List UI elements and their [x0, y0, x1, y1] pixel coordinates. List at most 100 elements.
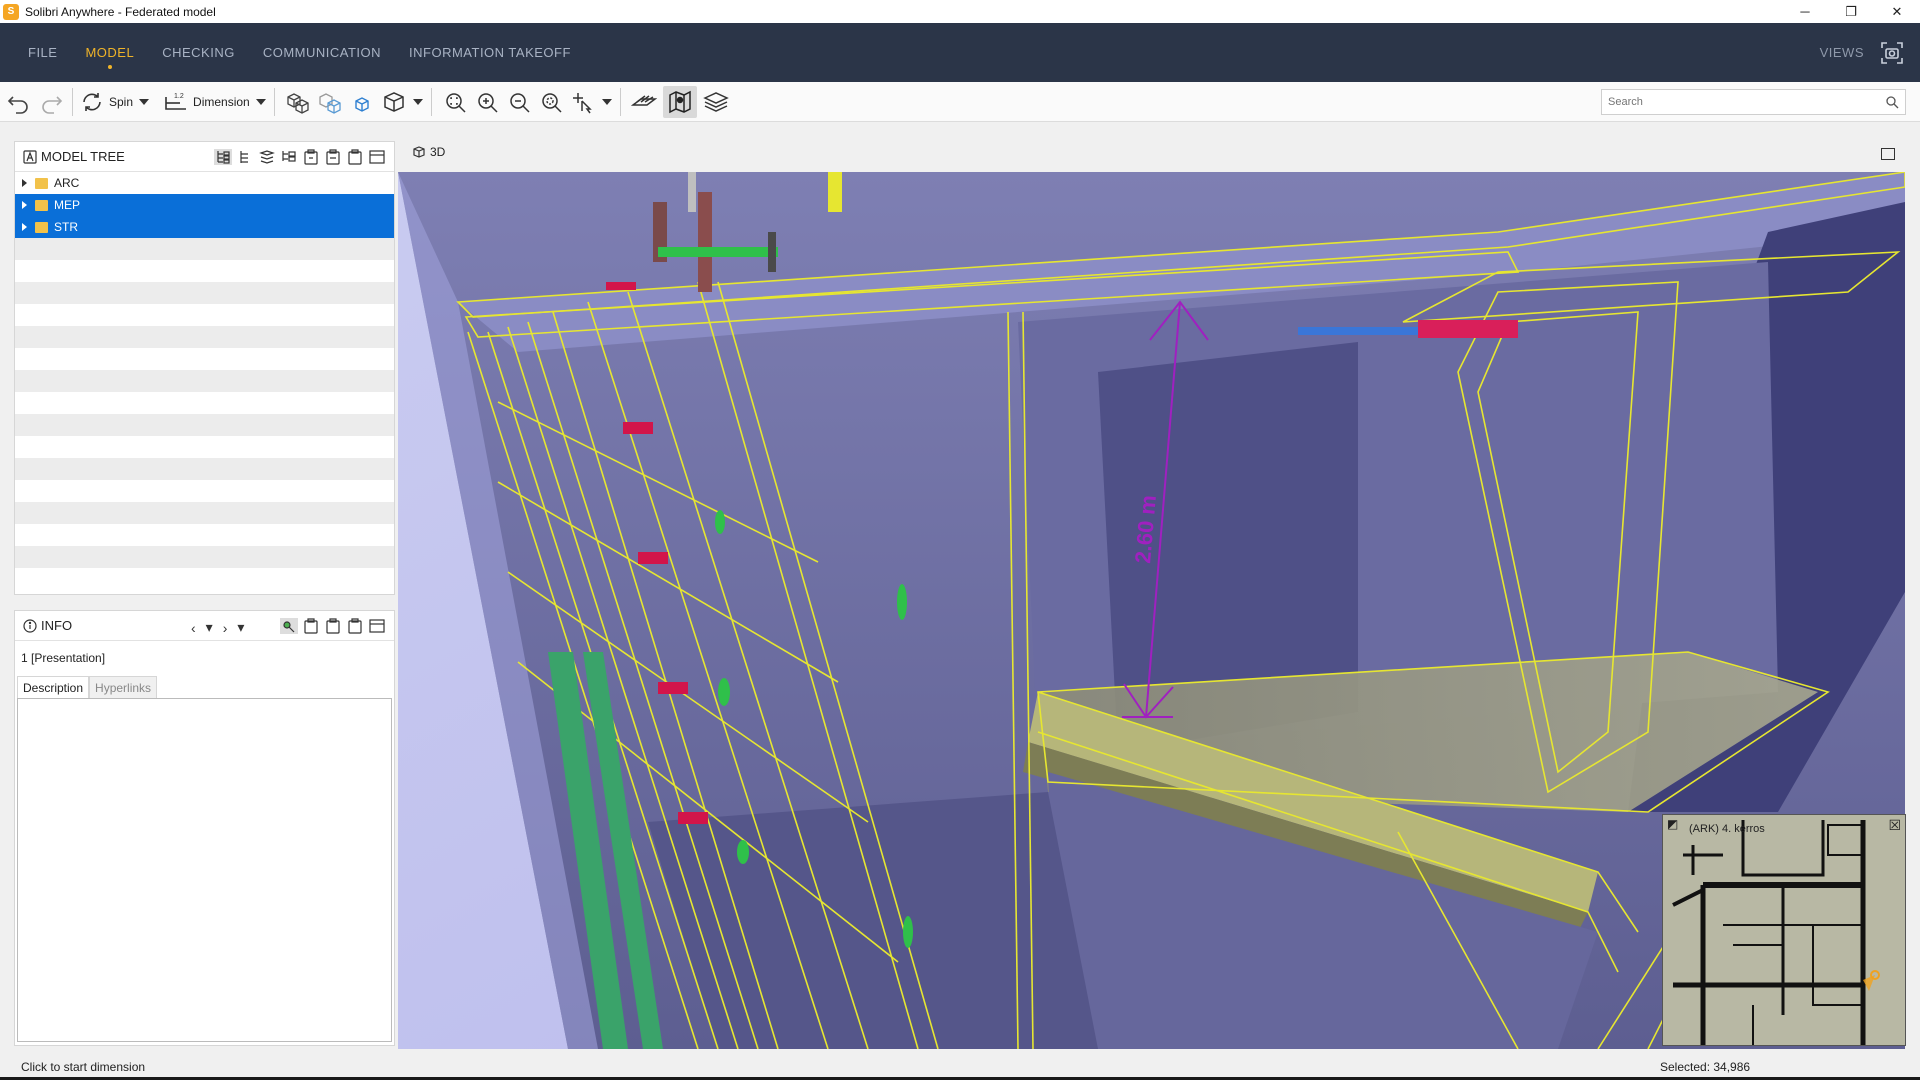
empty-row: [15, 260, 394, 282]
floor-plan-button[interactable]: [662, 85, 697, 118]
search-input[interactable]: [1608, 96, 1878, 108]
tree-item-str[interactable]: STR: [15, 216, 394, 238]
select-tool[interactable]: [570, 86, 612, 118]
minimize-button[interactable]: ─: [1782, 0, 1828, 23]
layers-button[interactable]: [702, 86, 729, 118]
menu-information-takeoff[interactable]: INFORMATION TAKEOFF: [409, 23, 571, 82]
next-dropdown-icon[interactable]: ▾: [237, 619, 244, 636]
dimension-tool[interactable]: 1.2 Dimension: [163, 86, 266, 118]
zoom-in-icon: [477, 92, 498, 113]
dimension-icon: 1.2: [165, 93, 187, 110]
empty-row: [15, 502, 394, 524]
select-dropdown-caret[interactable]: [601, 98, 612, 105]
empty-row: [15, 546, 394, 568]
floor-plan-minimap[interactable]: ◩ (ARK) 4. kerros ☒: [1662, 814, 1906, 1046]
search-icon[interactable]: [1885, 95, 1899, 109]
map-icon: [668, 90, 691, 113]
empty-row: [15, 348, 394, 370]
menu-file[interactable]: FILE: [28, 23, 57, 82]
menu-checking[interactable]: CHECKING: [162, 23, 235, 82]
hierarchy-icon[interactable]: [214, 149, 232, 165]
empty-row: [15, 304, 394, 326]
panel-menu-icon[interactable]: [368, 149, 386, 165]
model-tree-tools: [210, 149, 386, 165]
info-header: INFO ‹ ▾ › ▾: [15, 611, 394, 641]
clipboard-icon[interactable]: [346, 618, 364, 634]
app-icon: S: [3, 3, 19, 20]
transparent-cubes-icon: [319, 92, 341, 114]
hide-components-button[interactable]: [317, 86, 343, 118]
clipboard-remove-icon[interactable]: [324, 618, 342, 634]
redo-button[interactable]: [38, 86, 64, 118]
menu-communication[interactable]: COMMUNICATION: [263, 23, 381, 82]
layers-tree-icon[interactable]: [258, 149, 276, 165]
info-navigation: ‹ ▾ › ▾: [191, 619, 254, 636]
spin-tool[interactable]: Spin: [79, 86, 150, 118]
redo-icon: [42, 95, 63, 114]
dimension-dropdown-caret[interactable]: [255, 98, 266, 105]
link-selection-icon[interactable]: [280, 618, 298, 634]
toolbar-separator: [619, 87, 621, 116]
model-tree-header: MODEL TREE: [15, 142, 394, 172]
zoom-in-button[interactable]: [474, 86, 500, 118]
expand-arrow-icon[interactable]: [22, 179, 27, 187]
empty-row: [15, 480, 394, 502]
previous-icon[interactable]: ‹: [191, 620, 196, 636]
zoom-out-button[interactable]: [506, 86, 532, 118]
tree-item-arc[interactable]: ARC: [15, 172, 394, 194]
restore-button[interactable]: ❐: [1828, 0, 1874, 23]
pin-icon[interactable]: ◩: [1667, 817, 1678, 831]
classification-tree-icon[interactable]: [280, 149, 298, 165]
maximize-view-icon[interactable]: [1881, 148, 1895, 160]
status-message: Click to start dimension: [21, 1060, 146, 1074]
tree-view-icon[interactable]: [236, 149, 254, 165]
view-label: 3D: [430, 145, 446, 159]
expand-arrow-icon[interactable]: [22, 201, 27, 209]
menu-model[interactable]: MODEL: [85, 23, 134, 82]
views-camera-icon[interactable]: [1880, 41, 1904, 65]
isolate-components-button[interactable]: [349, 86, 375, 118]
panel-menu-icon[interactable]: [368, 618, 386, 634]
empty-row: [15, 458, 394, 480]
view-cube-tool[interactable]: [381, 86, 423, 118]
toolbar-separator: [430, 87, 432, 116]
history-dropdown-icon[interactable]: ▾: [206, 619, 213, 636]
next-icon[interactable]: ›: [223, 620, 228, 636]
show-components-button[interactable]: [285, 86, 311, 118]
clipboard-remove-icon[interactable]: [324, 149, 342, 165]
section-plane-button[interactable]: [630, 86, 657, 118]
zoom-selected-button[interactable]: [538, 86, 564, 118]
clipboard-add-icon[interactable]: [302, 149, 320, 165]
empty-row: [15, 568, 394, 590]
main-menu-bar: FILE MODEL CHECKING COMMUNICATION INFORM…: [0, 23, 1920, 82]
zoom-fit-button[interactable]: [442, 86, 468, 118]
empty-row: [15, 414, 394, 436]
close-minimap-icon[interactable]: ☒: [1888, 817, 1901, 834]
svg-text:1.2: 1.2: [174, 93, 184, 100]
tab-description[interactable]: Description: [17, 676, 90, 698]
close-button[interactable]: ✕: [1874, 0, 1920, 23]
empty-row: [15, 282, 394, 304]
views-label[interactable]: VIEWS: [1820, 23, 1864, 82]
clipboard-add-icon[interactable]: [302, 618, 320, 634]
spin-dropdown-caret[interactable]: [139, 98, 150, 105]
blue-cube-icon: [355, 96, 369, 112]
view-cube-dropdown-caret[interactable]: [412, 98, 423, 105]
select-pointer-icon: [572, 92, 592, 113]
title-bar: S Solibri Anywhere - Federated model ─ ❐…: [0, 0, 1920, 23]
tree-item-label: STR: [54, 220, 78, 234]
clipboard-icon[interactable]: [346, 149, 364, 165]
tab-hyperlinks[interactable]: Hyperlinks: [89, 676, 158, 698]
folder-icon: [35, 177, 48, 189]
undo-button[interactable]: [6, 86, 32, 118]
tree-item-mep[interactable]: MEP: [15, 194, 394, 216]
info-panel: INFO ‹ ▾ › ▾ 1 [Presentation] Descriptio…: [14, 610, 395, 1046]
search-box[interactable]: [1601, 89, 1906, 115]
spin-icon: [83, 92, 101, 111]
model-tree-title: MODEL TREE: [41, 149, 125, 164]
status-bar: Click to start dimension Selected: 34,98…: [0, 1052, 1920, 1080]
expand-arrow-icon[interactable]: [22, 223, 27, 231]
dimension-label: Dimension: [193, 94, 250, 109]
description-textarea[interactable]: [17, 698, 392, 1042]
view-tab-3d[interactable]: 3D: [412, 145, 445, 159]
